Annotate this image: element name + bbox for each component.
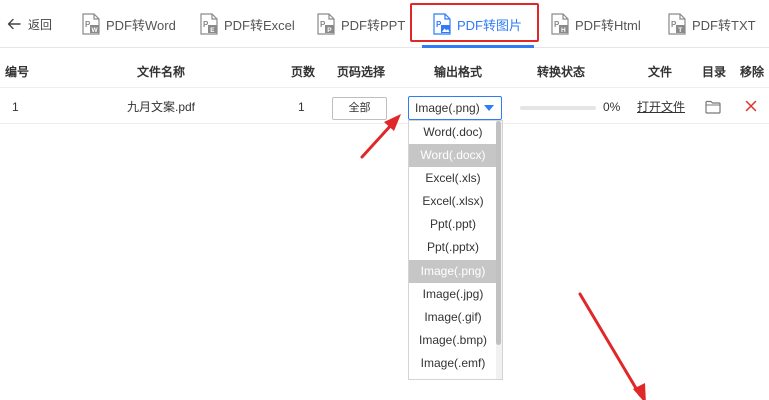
- pdf-html-file-icon: P H: [551, 13, 569, 35]
- dropdown-option-ppt-ppt[interactable]: Ppt(.ppt): [409, 213, 497, 236]
- top-toolbar: 返回 P W PDF转Word P E PDF转Excel P P PDF转PP…: [0, 0, 769, 48]
- row-index: 1: [12, 100, 19, 114]
- pdf-image-file-icon: P: [433, 13, 451, 35]
- close-icon[interactable]: [745, 100, 757, 112]
- svg-text:H: H: [561, 27, 566, 34]
- output-format-select[interactable]: Image(.png): [408, 96, 502, 120]
- tab-pdf-to-word[interactable]: P W PDF转Word: [82, 8, 176, 40]
- table-header: 编号 文件名称 页数 页码选择 输出格式 转换状态 文件 目录 移除: [0, 56, 769, 88]
- progress-percent: 0%: [603, 100, 621, 114]
- back-label: 返回: [28, 17, 53, 32]
- tab-label: PDF转Html: [575, 17, 641, 33]
- pdf-excel-file-icon: P E: [200, 13, 218, 35]
- conversion-progress-bar: [520, 106, 596, 110]
- dropdown-option-image-emf[interactable]: Image(.emf): [409, 352, 497, 375]
- tab-pdf-to-html[interactable]: P H PDF转Html: [551, 8, 641, 40]
- header-file: 文件: [648, 65, 673, 79]
- header-filename: 文件名称: [137, 65, 186, 79]
- active-tab-underline: [422, 45, 534, 48]
- header-output-format: 输出格式: [434, 65, 483, 79]
- dropdown-option-excel-xlsx[interactable]: Excel(.xlsx): [409, 190, 497, 213]
- open-file-link[interactable]: 打开文件: [637, 90, 685, 124]
- dropdown-option-word-docx[interactable]: Word(.docx): [409, 144, 497, 168]
- page-select-button[interactable]: 全部: [332, 97, 387, 120]
- output-format-value: Image(.png): [415, 101, 480, 115]
- svg-text:T: T: [678, 27, 682, 34]
- tab-pdf-to-txt[interactable]: P T PDF转TXT: [668, 8, 756, 40]
- tab-pdf-to-image[interactable]: P PDF转图片: [433, 8, 522, 40]
- pdf-txt-file-icon: P T: [668, 13, 686, 35]
- header-directory: 目录: [702, 65, 727, 79]
- tab-label: PDF转Excel: [224, 17, 295, 33]
- pdf-ppt-file-icon: P P: [317, 13, 335, 35]
- annotation-arrow-down: [578, 292, 646, 400]
- dropdown-option-image-gif[interactable]: Image(.gif): [409, 306, 497, 329]
- tab-label: PDF转图片: [457, 17, 523, 33]
- tab-pdf-to-excel[interactable]: P E PDF转Excel: [200, 8, 295, 40]
- header-index: 编号: [5, 65, 30, 79]
- header-pages: 页数: [291, 65, 316, 79]
- dropdown-option-excel-xls[interactable]: Excel(.xls): [409, 167, 497, 190]
- folder-icon[interactable]: [705, 100, 721, 114]
- arrow-left-icon: [7, 18, 21, 30]
- output-format-dropdown: Word(.doc) Word(.docx) Excel(.xls) Excel…: [408, 120, 503, 380]
- svg-text:W: W: [92, 27, 99, 34]
- dropdown-scrollbar-track[interactable]: [496, 121, 502, 379]
- pdf-word-file-icon: P W: [82, 13, 100, 35]
- back-button[interactable]: 返回: [6, 12, 52, 36]
- tab-label: PDF转TXT: [692, 17, 756, 33]
- tab-label: PDF转Word: [106, 17, 176, 33]
- tab-pdf-to-ppt[interactable]: P P PDF转PPT: [317, 8, 405, 40]
- table-row: 1 九月文案.pdf 1 全部 Image(.png) 0% 打开文件: [0, 90, 769, 124]
- row-filename: 九月文案.pdf: [127, 100, 196, 114]
- svg-text:E: E: [210, 27, 215, 34]
- dropdown-option-image-jpg[interactable]: Image(.jpg): [409, 283, 497, 306]
- header-remove: 移除: [740, 65, 765, 79]
- dropdown-option-ppt-pptx[interactable]: Ppt(.pptx): [409, 236, 497, 259]
- tab-label: PDF转PPT: [341, 17, 406, 33]
- caret-down-icon: [484, 105, 494, 111]
- svg-text:P: P: [327, 27, 332, 34]
- dropdown-option-word-doc[interactable]: Word(.doc): [409, 121, 497, 144]
- dropdown-scrollbar-thumb[interactable]: [496, 121, 501, 345]
- row-pages: 1: [298, 100, 305, 114]
- dropdown-option-image-png[interactable]: Image(.png): [409, 259, 497, 283]
- header-status: 转换状态: [537, 65, 586, 79]
- dropdown-option-image-bmp[interactable]: Image(.bmp): [409, 329, 497, 352]
- header-page-select: 页码选择: [337, 65, 386, 79]
